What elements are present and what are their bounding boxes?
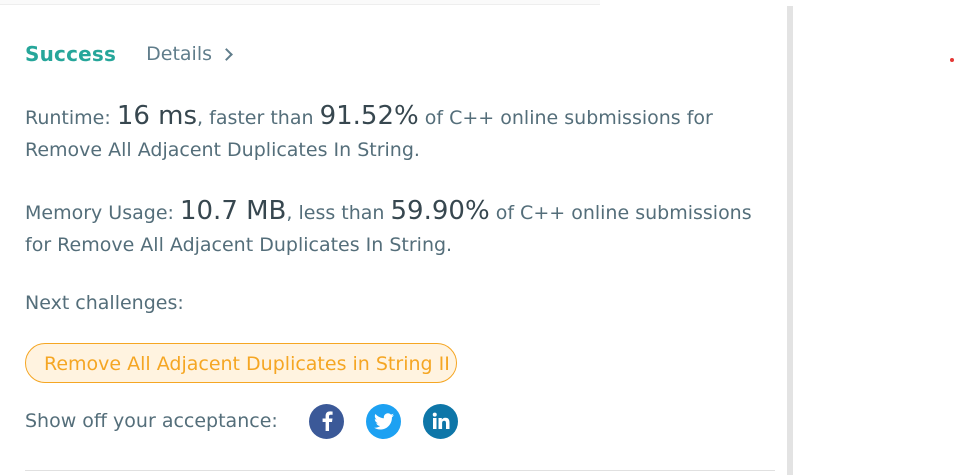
section-divider: [25, 470, 775, 471]
facebook-icon[interactable]: [309, 403, 344, 439]
runtime-label: Runtime:: [25, 107, 111, 129]
share-row: Show off your acceptance:: [25, 402, 480, 440]
challenge-button[interactable]: Remove All Adjacent Duplicates in String…: [25, 343, 457, 383]
runtime-value: 16 ms: [116, 101, 198, 131]
memory-less-text: , less than: [286, 202, 385, 224]
memory-summary: Memory Usage: 10.7 MB, less than 59.90% …: [25, 195, 775, 261]
submission-result-panel: Success Details Runtime: 16 ms, faster t…: [0, 0, 788, 475]
indicator-dot: [950, 58, 954, 62]
runtime-percent: 91.52%: [319, 101, 419, 131]
runtime-summary: Runtime: 16 ms, faster than 91.52% of C+…: [25, 100, 775, 166]
panel-splitter[interactable]: [787, 6, 793, 475]
next-challenges-label: Next challenges:: [25, 292, 184, 314]
memory-label: Memory Usage:: [25, 202, 174, 224]
memory-percent: 59.90%: [390, 196, 490, 226]
linkedin-icon[interactable]: [423, 403, 458, 439]
twitter-icon[interactable]: [366, 403, 401, 439]
memory-value: 10.7 MB: [179, 196, 287, 226]
runtime-faster-text: , faster than: [197, 107, 314, 129]
status-label: Success: [25, 42, 117, 66]
chevron-right-icon: [220, 48, 233, 61]
details-label: Details: [146, 43, 213, 65]
share-label: Show off your acceptance:: [25, 410, 278, 432]
details-link[interactable]: Details: [146, 43, 233, 65]
result-header: Success Details: [25, 40, 233, 68]
